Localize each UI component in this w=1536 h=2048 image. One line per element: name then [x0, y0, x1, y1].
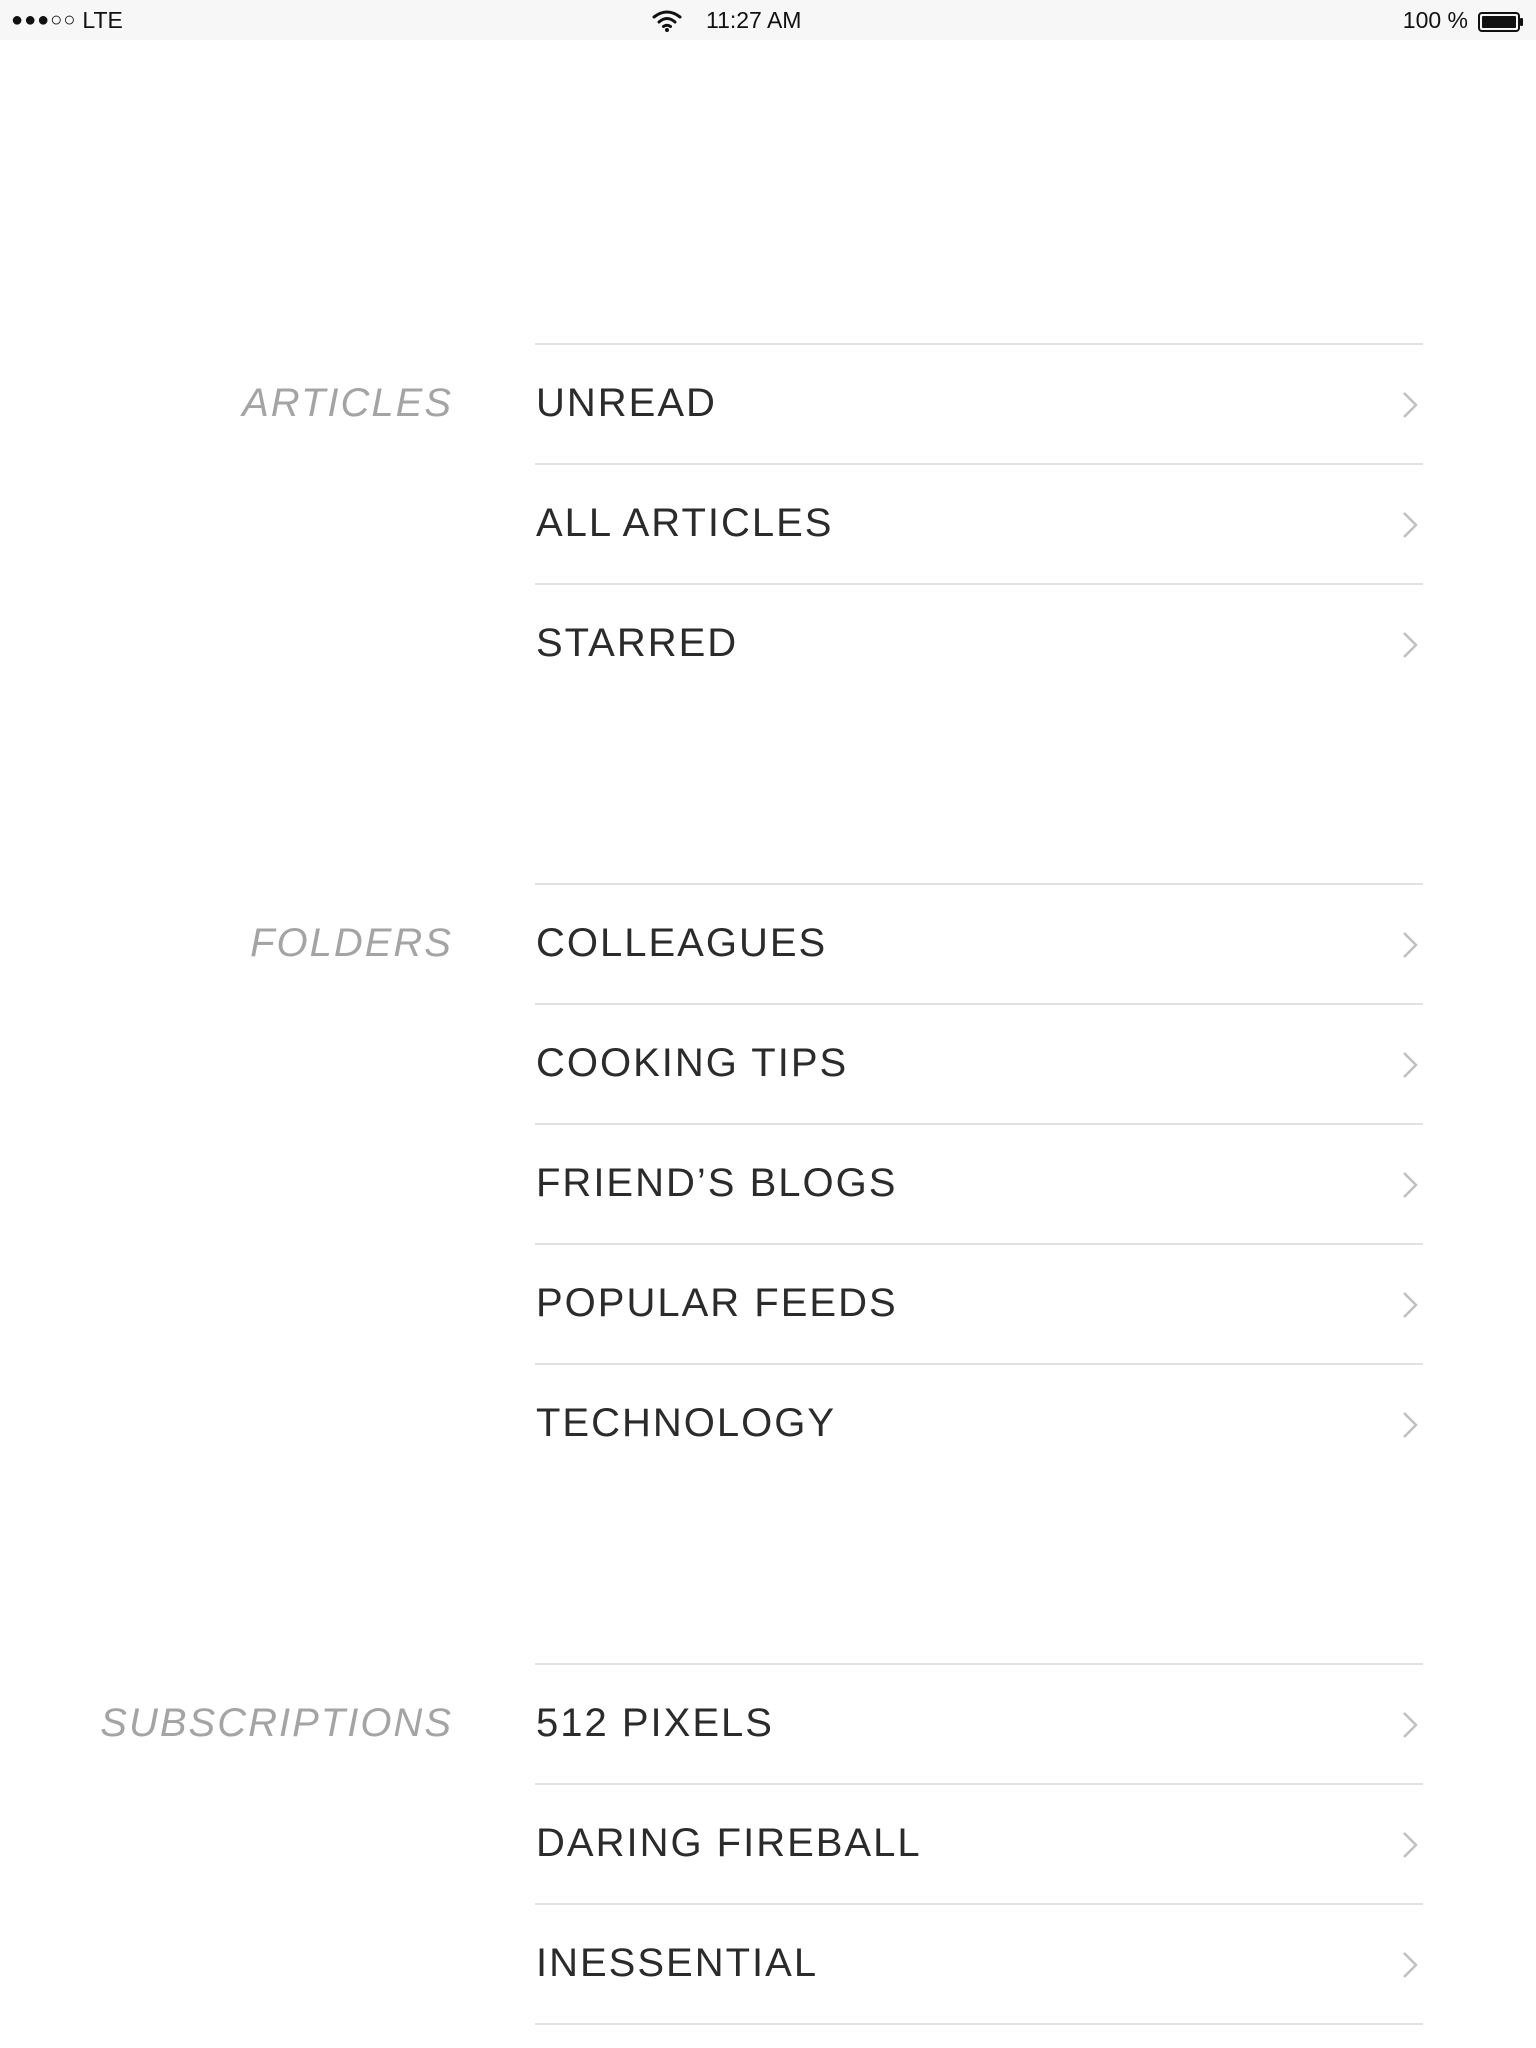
list-item-label: ALL ARTICLES	[536, 501, 834, 545]
list-item-label: UNREAD	[536, 381, 717, 425]
chevron-right-icon	[1403, 1952, 1418, 1978]
articles-list: UNREAD ALL ARTICLES STARRED	[535, 343, 1423, 703]
battery-percentage: 100 %	[1402, 7, 1468, 33]
list-item-label: FRIEND’S BLOGS	[536, 1161, 898, 1205]
section-label-folders: FOLDERS	[250, 921, 453, 965]
section-label-subscriptions: SUBSCRIPTIONS	[100, 1701, 453, 1745]
list-item-label: INESSENTIAL	[536, 1941, 819, 1985]
subscriptions-list: 512 PIXELS DARING FIREBALL INESSENTIAL	[535, 1663, 1423, 2025]
clock-time: 11:27 AM	[706, 7, 802, 33]
list-item-label: COOKING TIPS	[536, 1041, 849, 1085]
chevron-right-icon	[1403, 1172, 1418, 1198]
battery-icon	[1478, 11, 1524, 32]
list-item-starred[interactable]: STARRED	[535, 585, 1423, 703]
list-item-label: 512 PIXELS	[536, 1701, 774, 1745]
chevron-right-icon	[1403, 1292, 1418, 1318]
list-item-all-articles[interactable]: ALL ARTICLES	[535, 465, 1423, 585]
chevron-right-icon	[1403, 1832, 1418, 1858]
folders-list: COLLEAGUES COOKING TIPS FRIEND’S BLOGS P…	[535, 883, 1423, 1483]
list-item-label: DARING FIREBALL	[536, 1821, 922, 1865]
list-item-cooking-tips[interactable]: COOKING TIPS	[535, 1005, 1423, 1125]
chevron-right-icon	[1403, 932, 1418, 958]
chevron-right-icon	[1403, 632, 1418, 658]
wifi-icon	[652, 9, 682, 33]
signal-strength-icon: ●●●○○	[11, 9, 77, 31]
status-center: 11:27 AM	[652, 7, 801, 34]
status-left: ●●●○○ LTE	[11, 7, 123, 34]
list-item-technology[interactable]: TECHNOLOGY	[535, 1365, 1423, 1483]
list-item-512-pixels[interactable]: 512 PIXELS	[535, 1665, 1423, 1785]
list-item-inessential[interactable]: INESSENTIAL	[535, 1905, 1423, 2025]
list-item-friends-blogs[interactable]: FRIEND’S BLOGS	[535, 1125, 1423, 1245]
list-item-popular-feeds[interactable]: POPULAR FEEDS	[535, 1245, 1423, 1365]
carrier-label: LTE	[82, 7, 123, 33]
chevron-right-icon	[1403, 392, 1418, 418]
status-bar: ●●●○○ LTE 11:27 AM 100 %	[0, 0, 1536, 40]
chevron-right-icon	[1403, 1712, 1418, 1738]
list-item-label: COLLEAGUES	[536, 921, 828, 965]
list-item-label: STARRED	[536, 621, 739, 665]
status-right: 100 %	[1403, 7, 1524, 34]
section-label-articles: ARTICLES	[242, 381, 453, 425]
list-item-unread[interactable]: UNREAD	[535, 345, 1423, 465]
list-item-daring-fireball[interactable]: DARING FIREBALL	[535, 1785, 1423, 1905]
chevron-right-icon	[1403, 512, 1418, 538]
chevron-right-icon	[1403, 1052, 1418, 1078]
list-item-colleagues[interactable]: COLLEAGUES	[535, 885, 1423, 1005]
list-item-label: POPULAR FEEDS	[536, 1281, 898, 1325]
chevron-right-icon	[1403, 1412, 1418, 1438]
list-item-label: TECHNOLOGY	[536, 1401, 837, 1445]
